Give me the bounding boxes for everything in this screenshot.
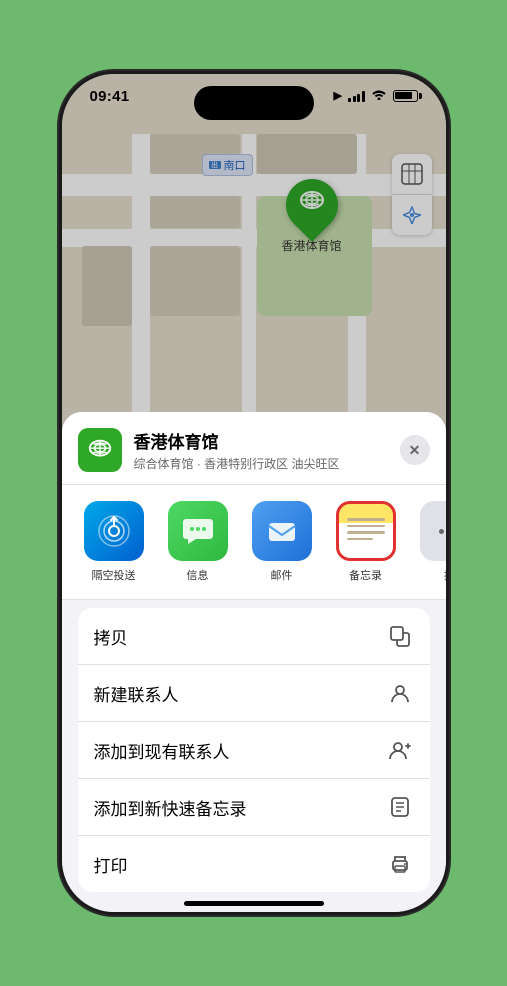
status-time: 09:41	[90, 88, 130, 105]
dynamic-island	[194, 86, 314, 120]
venue-description: 综合体育馆 · 香港特别行政区 油尖旺区	[134, 455, 388, 472]
action-copy-label: 拷贝	[94, 624, 128, 649]
signal-bars-icon	[348, 90, 365, 102]
share-app-notes[interactable]: 备忘录	[326, 501, 406, 583]
sheet-header: 香港体育馆 综合体育馆 · 香港特别行政区 油尖旺区 ✕	[62, 412, 446, 485]
mail-label: 邮件	[271, 567, 293, 583]
action-new-contact-label: 新建联系人	[94, 681, 179, 706]
action-quick-note-label: 添加到新快速备忘录	[94, 795, 247, 820]
bottom-sheet: 香港体育馆 综合体育馆 · 香港特别行政区 油尖旺区 ✕ 隔空投送	[62, 412, 446, 912]
phone-frame: 09:41 ▶	[59, 71, 449, 915]
share-app-mail[interactable]: 邮件	[242, 501, 322, 583]
venue-icon	[78, 428, 122, 472]
more-label: 提	[444, 567, 446, 583]
airdrop-label: 隔空投送	[92, 567, 136, 583]
action-copy[interactable]: 拷贝	[78, 608, 430, 665]
notes-icon	[336, 501, 396, 561]
messages-label: 信息	[187, 567, 209, 583]
close-button[interactable]: ✕	[400, 435, 430, 465]
airdrop-icon	[84, 501, 144, 561]
messages-icon	[168, 501, 228, 561]
battery-icon	[393, 90, 418, 102]
action-add-contact-label: 添加到现有联系人	[94, 738, 230, 763]
share-app-more[interactable]: 提	[410, 501, 446, 583]
status-icons: ▶	[334, 88, 418, 103]
action-quick-note[interactable]: 添加到新快速备忘录	[78, 779, 430, 836]
memo-icon	[386, 793, 414, 821]
person-add-icon	[386, 736, 414, 764]
notes-label: 备忘录	[349, 567, 382, 583]
action-list: 拷贝 新建联系人 添	[78, 608, 430, 892]
more-dots-icon	[439, 529, 446, 534]
action-new-contact[interactable]: 新建联系人	[78, 665, 430, 722]
venue-name: 香港体育馆	[134, 428, 388, 453]
action-print-label: 打印	[94, 852, 128, 877]
action-add-contact[interactable]: 添加到现有联系人	[78, 722, 430, 779]
share-app-messages[interactable]: 信息	[158, 501, 238, 583]
copy-icon	[386, 622, 414, 650]
print-icon	[386, 850, 414, 878]
location-arrow-icon: ▶	[334, 89, 342, 102]
home-indicator	[184, 901, 324, 906]
action-print[interactable]: 打印	[78, 836, 430, 892]
more-icon	[420, 501, 446, 561]
wifi-icon	[371, 88, 387, 103]
share-app-airdrop[interactable]: 隔空投送	[74, 501, 154, 583]
venue-info: 香港体育馆 综合体育馆 · 香港特别行政区 油尖旺区	[134, 428, 388, 472]
person-icon	[386, 679, 414, 707]
share-apps-row: 隔空投送 信息	[62, 485, 446, 600]
mail-icon	[252, 501, 312, 561]
